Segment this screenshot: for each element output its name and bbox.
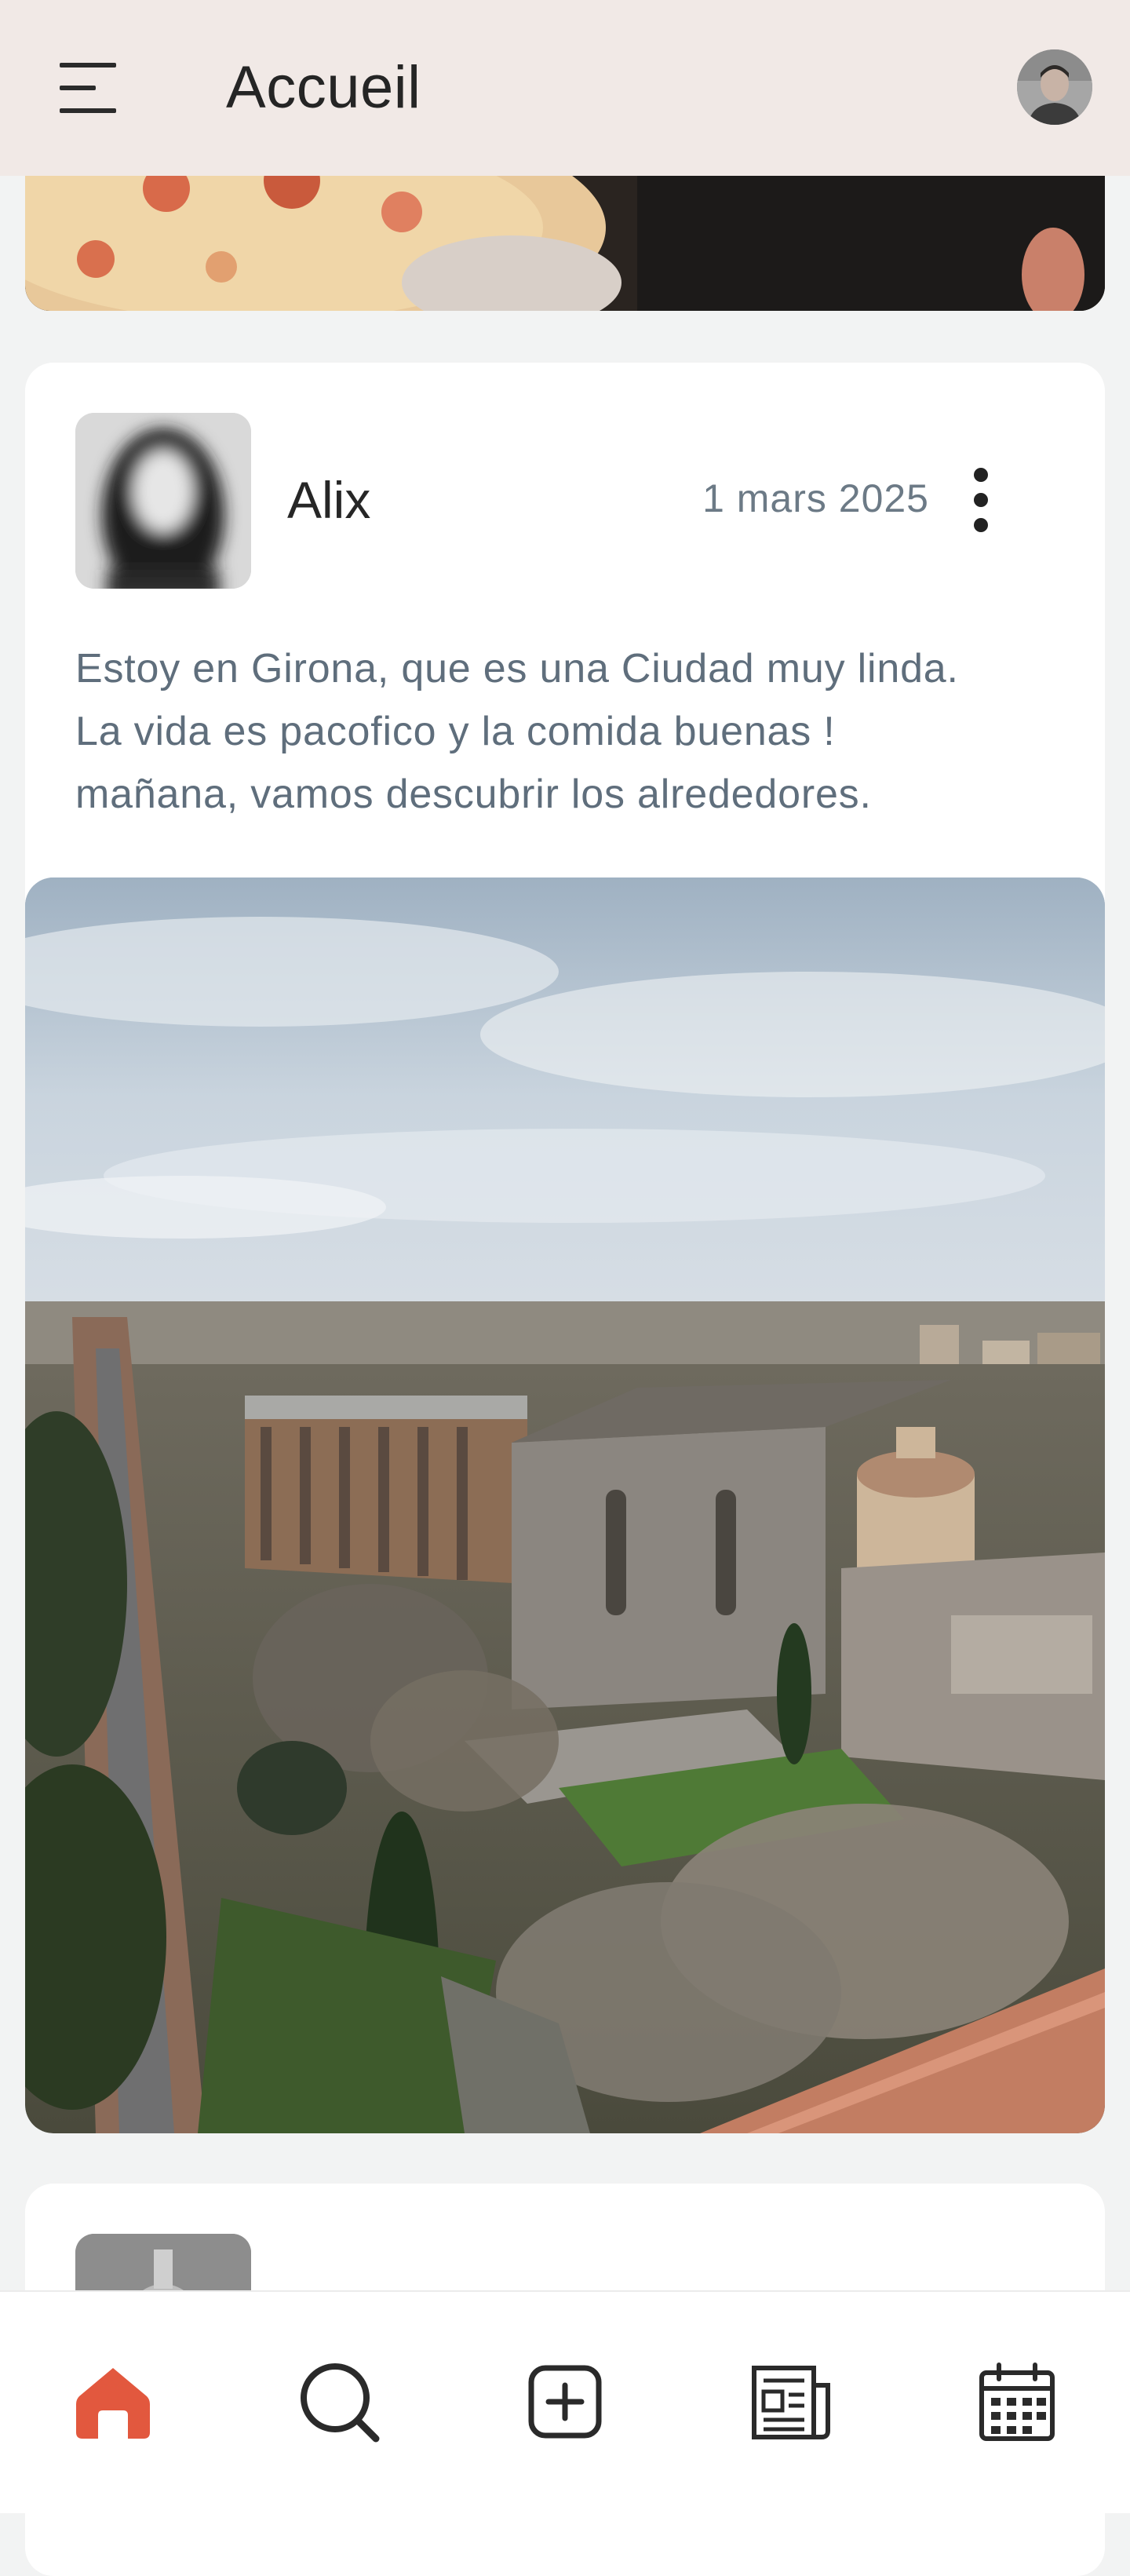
more-vertical-icon — [974, 468, 988, 532]
nav-home[interactable] — [58, 2347, 168, 2457]
user-avatar-image — [1017, 49, 1092, 125]
nav-news[interactable] — [736, 2347, 846, 2457]
nav-add-post[interactable] — [510, 2347, 620, 2457]
nav-calendar[interactable] — [962, 2347, 1072, 2457]
post-date: 1 mars 2025 — [702, 476, 929, 520]
user-avatar[interactable] — [1017, 49, 1092, 125]
post-text-line: mañana, vamos descubrir los alrededores. — [75, 772, 872, 817]
search-icon — [301, 2363, 380, 2443]
author-avatar[interactable] — [75, 413, 251, 589]
bottom-navigation — [0, 2290, 1130, 2513]
post-text: Estoy en Girona, que es una Ciudad muy l… — [75, 637, 1080, 826]
post-text-line: La vida es pacofico y la comida buenas ! — [75, 709, 836, 754]
add-post-icon — [528, 2365, 602, 2439]
news-icon — [752, 2366, 830, 2439]
post-photo[interactable] — [25, 878, 1105, 2133]
hamburger-menu-icon — [60, 63, 116, 113]
post-card: Alix 1 mars 2025 Estoy en Girona, que es… — [25, 363, 1105, 2133]
top-app-bar: Accueil — [0, 0, 1130, 176]
post-text-line: Estoy en Girona, que es una Ciudad muy l… — [75, 646, 959, 691]
menu-button[interactable] — [42, 46, 133, 130]
page-title: Accueil — [226, 54, 421, 121]
nav-search[interactable] — [284, 2347, 394, 2457]
calendar-icon — [979, 2363, 1055, 2441]
author-name[interactable]: Alix — [287, 465, 370, 535]
post-options-button[interactable] — [950, 457, 1012, 543]
home-icon — [76, 2368, 150, 2439]
